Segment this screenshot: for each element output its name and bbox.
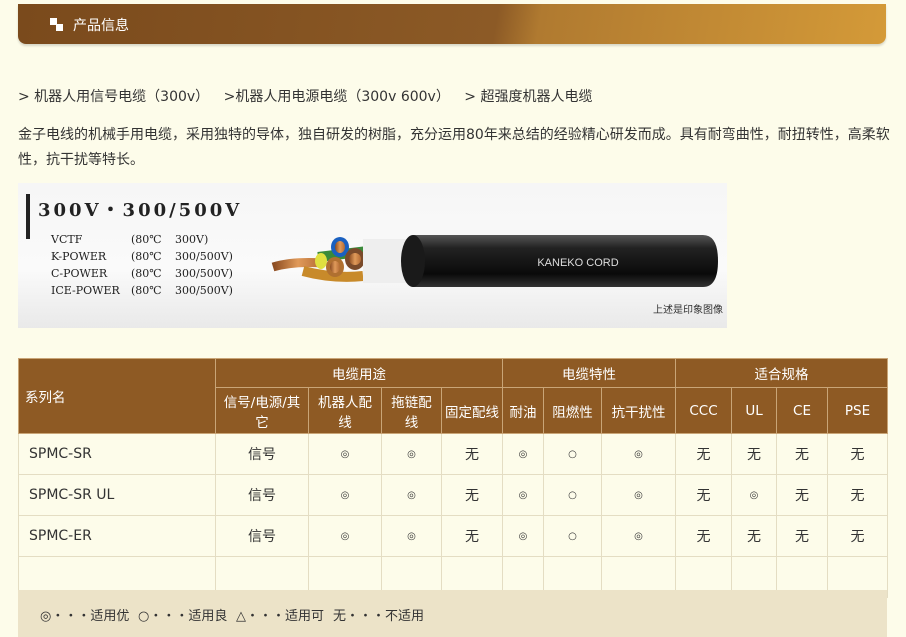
- table-cell: 无: [827, 433, 889, 475]
- group-header-usage: 电缆用途: [215, 358, 503, 388]
- banner-spec-line: ICE-POWER (80℃ 300/500V): [51, 284, 233, 297]
- banner-spec-line: VCTF (80℃ 300V): [51, 233, 209, 246]
- table-cell: 无: [675, 474, 733, 516]
- legend: ◎・・・适用优 ○・・・适用良 △・・・适用可 无・・・不适用: [18, 590, 887, 637]
- table-cell: 无: [731, 433, 778, 475]
- table-cell: 无: [827, 474, 889, 516]
- col-header: 固定配线: [441, 387, 503, 434]
- col-header: CCC: [675, 387, 733, 434]
- col-header: 机器人配线: [308, 387, 382, 434]
- table-cell: 无: [776, 515, 829, 557]
- series-name: SPMC-SR UL: [18, 474, 216, 516]
- col-header: 信号/电源/其它: [215, 387, 309, 434]
- table-cell: 无: [776, 474, 829, 516]
- table-cell: ◎: [600, 433, 677, 475]
- col-header-series: 系列名: [18, 358, 216, 434]
- legend-item: ◎・・・适用优: [40, 609, 130, 624]
- table-cell: 无: [441, 474, 503, 516]
- table-cell: 无: [675, 433, 733, 475]
- breadcrumb: > 机器人用信号电缆（300v） >机器人用电源电缆（300v 600v） > …: [18, 86, 602, 106]
- col-header: 抗干扰性: [600, 387, 677, 434]
- table-cell: 无: [731, 515, 778, 557]
- table-cell: 无: [776, 433, 829, 475]
- table-cell: 信号: [215, 474, 309, 516]
- legend-item: 无・・・不适用: [333, 609, 425, 624]
- cable-print-text: KANEKO CORD: [537, 257, 618, 269]
- col-header: 耐油: [502, 387, 544, 434]
- col-header: UL: [731, 387, 778, 434]
- table-cell: ◎: [502, 474, 544, 516]
- banner-heading: 300V・300/500V: [38, 200, 243, 221]
- table-row: SPMC-ER 信号 ◎ ◎ 无 ◎ ○ ◎ 无 无 无 无: [18, 515, 889, 557]
- group-header-properties: 电缆特性: [501, 358, 677, 388]
- table-cell: ◎: [381, 515, 442, 557]
- table-cell: 信号: [215, 515, 309, 557]
- series-name: SPMC-SR: [18, 433, 216, 475]
- col-header: 拖链配线: [381, 387, 442, 434]
- spec-table: 系列名 电缆用途 电缆特性 适合规格 信号/电源/其它 机器人配线 拖链配线 固…: [18, 358, 889, 598]
- table-cell: ○: [543, 474, 602, 516]
- product-description: 金子电线的机械手用电缆，采用独特的导体，独自研发的树脂，充分运用80年来总结的经…: [18, 127, 890, 168]
- table-cell: ◎: [308, 433, 382, 475]
- table-cell: ◎: [502, 433, 544, 475]
- legend-item: △・・・适用可: [236, 609, 324, 624]
- table-cell: 无: [441, 433, 503, 475]
- product-banner: 300V・300/500V VCTF (80℃ 300V) K-POWER (80℃ 3…: [18, 183, 727, 328]
- table-cell: 信号: [215, 433, 309, 475]
- banner-spec-line: C-POWER (80℃ 300/500V): [51, 267, 233, 280]
- breadcrumb-link-signal-cable[interactable]: > 机器人用信号电缆（300v）: [18, 89, 209, 105]
- series-name: SPMC-ER: [18, 515, 216, 557]
- table-cell: 无: [441, 515, 503, 557]
- table-cell: 无: [675, 515, 733, 557]
- table-cell: ○: [543, 515, 602, 557]
- table-cell: ◎: [600, 474, 677, 516]
- cable-image: KANEKO CORD: [271, 235, 718, 287]
- breadcrumb-link-super-strength-cable[interactable]: > 超强度机器人电缆: [464, 89, 592, 105]
- section-header: 产品信息: [18, 4, 886, 44]
- table-cell: ◎: [308, 474, 382, 516]
- table-cell: ◎: [308, 515, 382, 557]
- table-cell: ◎: [600, 515, 677, 557]
- table-row: SPMC-SR 信号 ◎ ◎ 无 ◎ ○ ◎ 无 无 无 无: [18, 433, 889, 475]
- table-cell: ◎: [381, 474, 442, 516]
- col-header: CE: [776, 387, 829, 434]
- section-title: 产品信息: [73, 18, 129, 34]
- col-header: PSE: [827, 387, 889, 434]
- legend-item: ○・・・适用良: [138, 609, 228, 624]
- table-cell: ○: [543, 433, 602, 475]
- col-header: 阻燃性: [543, 387, 602, 434]
- table-row: SPMC-SR UL 信号 ◎ ◎ 无 ◎ ○ ◎ 无 ◎ 无 无: [18, 474, 889, 516]
- banner-spec-line: K-POWER (80℃ 300/500V): [51, 250, 233, 263]
- image-note: 上述是印象图像: [653, 305, 723, 316]
- table-cell: ◎: [731, 474, 778, 516]
- table-cell: 无: [827, 515, 889, 557]
- breadcrumb-link-power-cable[interactable]: >机器人用电源电缆（300v 600v）: [224, 89, 450, 105]
- table-cell: ◎: [502, 515, 544, 557]
- group-header-standards: 适合规格: [675, 358, 889, 388]
- table-cell: ◎: [381, 433, 442, 475]
